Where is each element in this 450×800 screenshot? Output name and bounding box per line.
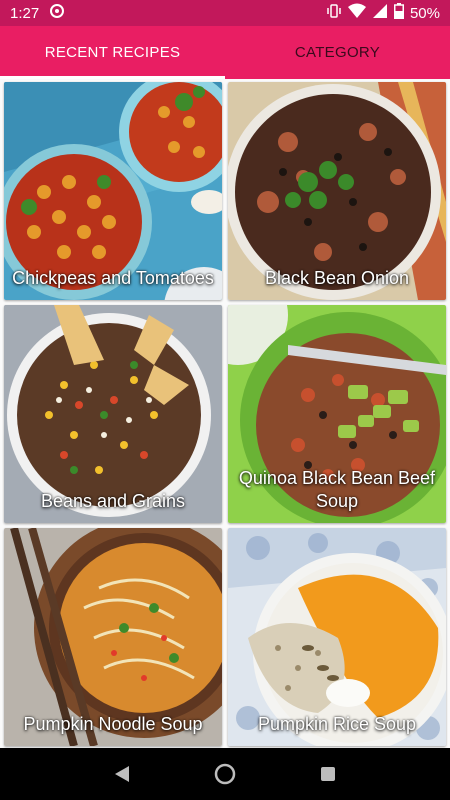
status-bar: 1:27 50% (0, 0, 450, 26)
recipe-card[interactable]: Quinoa Black Bean Beef Soup (228, 305, 446, 523)
battery-icon (393, 3, 404, 23)
home-button[interactable] (205, 754, 245, 794)
back-icon (114, 766, 129, 782)
back-button[interactable] (102, 754, 142, 794)
data-saver-icon (49, 3, 65, 23)
tab-recent-recipes-label: RECENT RECIPES (44, 44, 181, 61)
recipe-card[interactable]: Chickpeas and Tomatoes (4, 82, 222, 300)
home-icon (214, 763, 236, 785)
wifi-icon (347, 3, 366, 23)
recipe-card[interactable]: Pumpkin Noodle Soup (4, 528, 222, 746)
tab-bar: RECENT RECIPES CATEGORY (0, 26, 450, 79)
recipe-card[interactable]: Beans and Grains (4, 305, 222, 523)
recipe-card[interactable]: Pumpkin Rice Soup (228, 528, 446, 746)
recipe-card[interactable]: Black Bean Onion (228, 82, 446, 300)
recipe-title: Pumpkin Rice Soup (257, 714, 417, 734)
recipe-grid: Chickpeas and Tomatoes Black Bean Onion … (0, 79, 450, 748)
tab-category[interactable]: CATEGORY (225, 26, 450, 79)
recipe-title: Black Bean Onion (264, 268, 410, 288)
recents-button[interactable] (308, 754, 348, 794)
status-time: 1:27 (10, 4, 40, 22)
battery-percent: 50% (409, 4, 440, 22)
recipe-title: Chickpeas and Tomatoes (12, 268, 214, 288)
tab-recent-recipes[interactable]: RECENT RECIPES (0, 26, 225, 79)
tab-category-label: CATEGORY (294, 44, 381, 61)
recipe-title: Quinoa Black Bean Beef Soup (238, 468, 436, 511)
recipe-title: Pumpkin Noodle Soup (23, 714, 203, 734)
recipe-title: Beans and Grains (40, 491, 186, 511)
signal-icon (372, 3, 388, 23)
system-nav-bar (0, 748, 450, 800)
vibrate-icon (326, 3, 342, 23)
recents-icon (321, 767, 336, 781)
